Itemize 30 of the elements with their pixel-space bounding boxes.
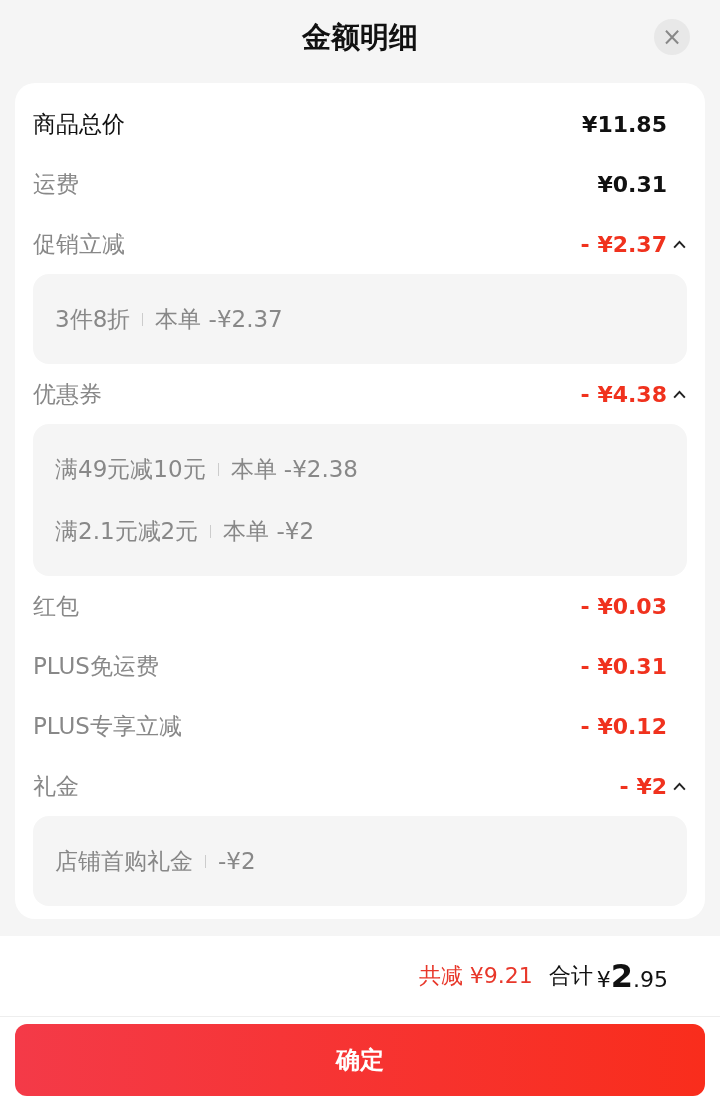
fee-amount: ¥0.31 — [597, 171, 667, 197]
detail-name: 3件8折 — [55, 304, 131, 334]
fee-amount: - ¥0.03 — [580, 593, 667, 619]
sheet-title: 金额明细 — [302, 18, 418, 56]
detail-name: 满2.1元减2元 — [55, 516, 199, 546]
fee-label: 优惠券 — [33, 379, 103, 409]
fee-label: PLUS专享立减 — [33, 711, 183, 741]
fee-label: PLUS免运费 — [33, 651, 160, 681]
fee-amount: - ¥2 — [619, 773, 667, 799]
detail-amount: 本单 -¥2.38 — [230, 454, 358, 484]
total-label: 合计 — [548, 962, 593, 990]
fee-label: 运费 — [33, 169, 80, 199]
fee-amount: - ¥0.31 — [580, 653, 667, 679]
fee-label: 红包 — [33, 591, 80, 621]
close-button[interactable]: × — [654, 19, 690, 55]
fee-label: 商品总价 — [33, 109, 126, 139]
confirm-button[interactable]: 确定 — [15, 1024, 705, 1096]
fee-label: 礼金 — [33, 771, 80, 801]
detail-amount: -¥2 — [218, 848, 256, 874]
fee-amount: - ¥2.37 — [580, 231, 667, 257]
fee-label: 促销立减 — [33, 229, 126, 259]
fee-amount: ¥11.85 — [582, 111, 667, 137]
detail-amount: 本单 -¥2.37 — [155, 304, 283, 334]
detail-amount: 本单 -¥2 — [223, 516, 315, 546]
saved-amount: 共减 ¥9.21 — [418, 962, 533, 990]
total-amount: ¥2.95 — [596, 957, 668, 995]
fee-amount: - ¥4.38 — [580, 381, 667, 407]
fee-amount: - ¥0.12 — [580, 713, 667, 739]
detail-name: 满49元减10元 — [55, 454, 206, 484]
detail-name: 店铺首购礼金 — [55, 846, 193, 876]
